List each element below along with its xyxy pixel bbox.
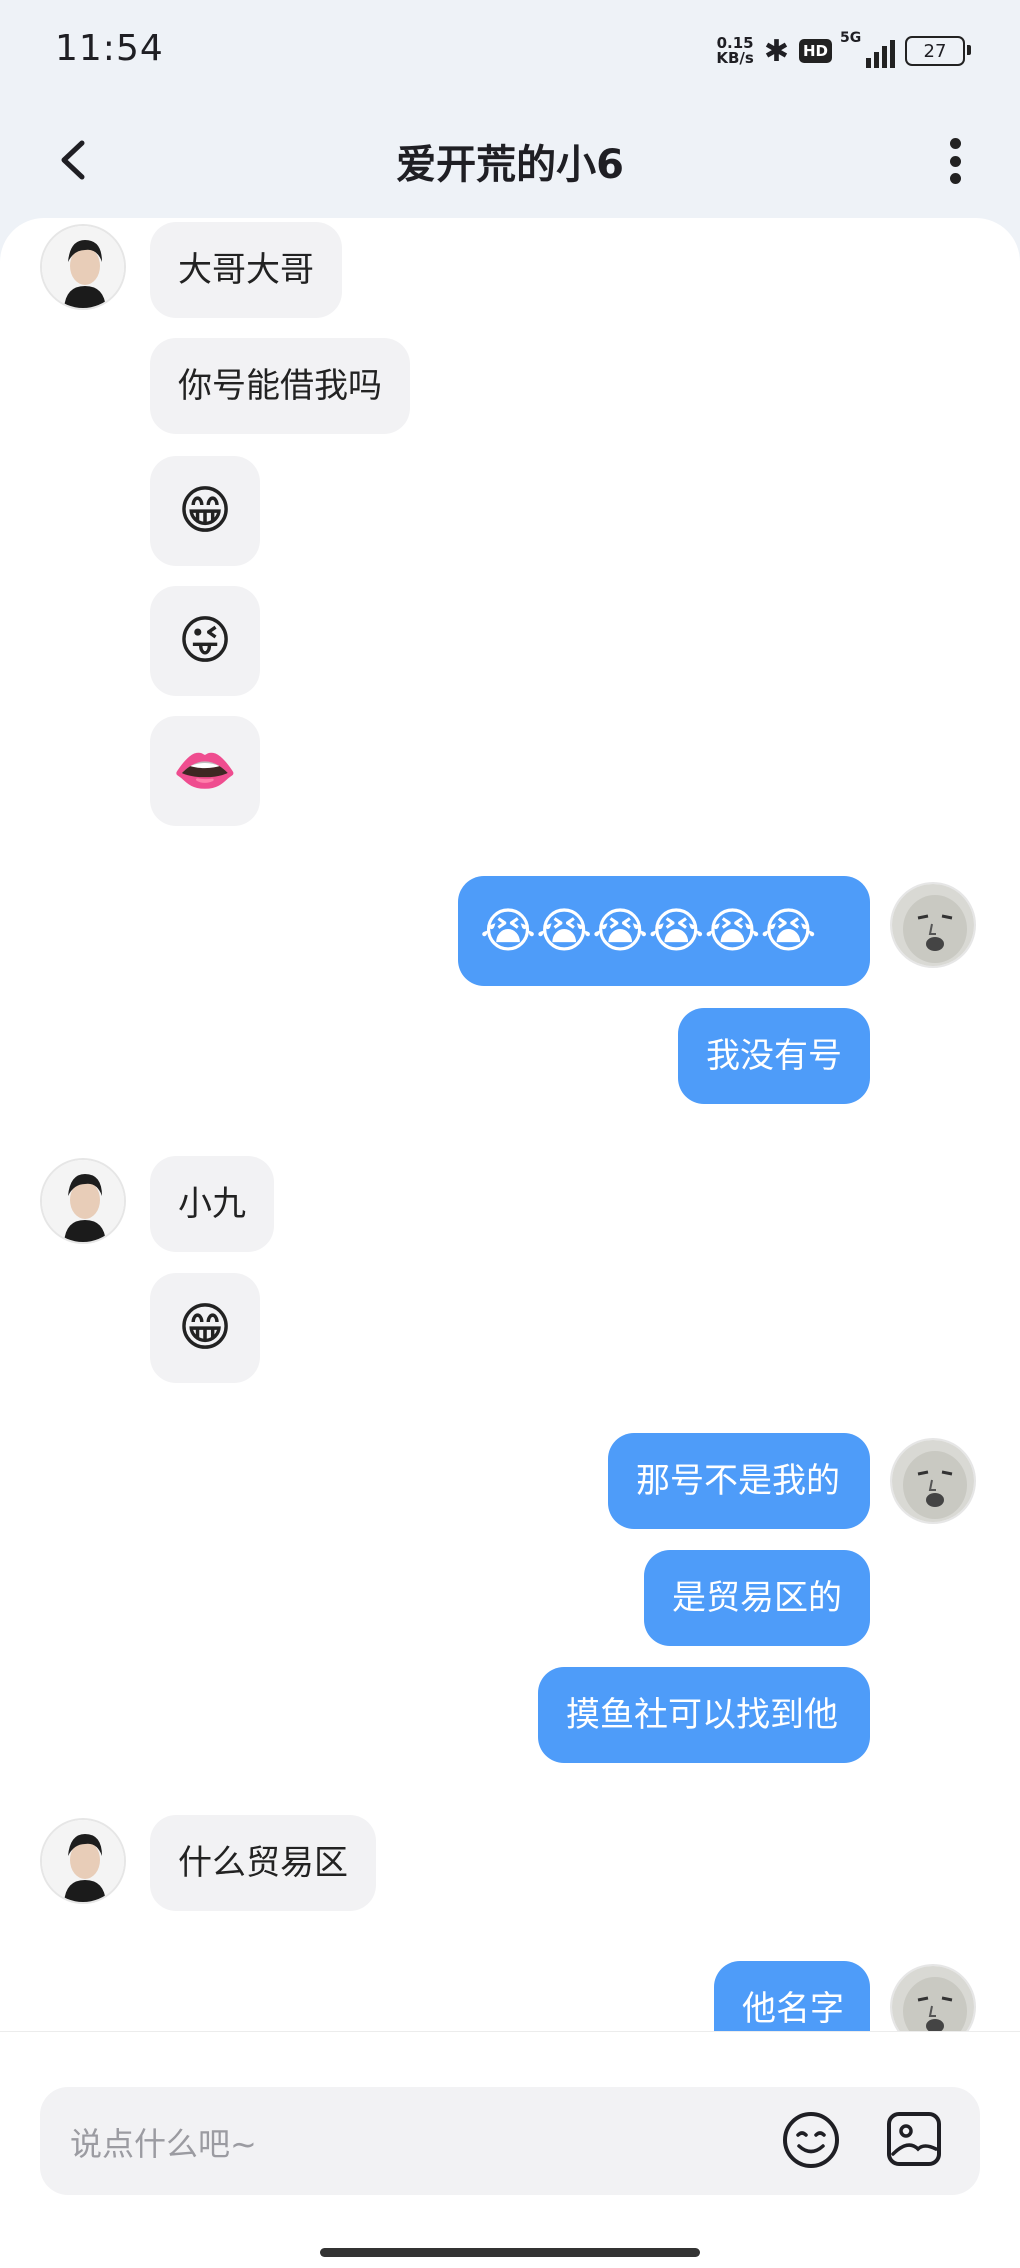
- more-vertical-icon: [949, 138, 961, 149]
- sticker-icon: [887, 2112, 941, 2166]
- message-bubble-outgoing[interactable]: 是贸易区的: [644, 1550, 870, 1646]
- bluetooth-icon: ✱: [763, 33, 789, 69]
- emoji-message-incoming[interactable]: 😁: [150, 1273, 260, 1383]
- sticker-button[interactable]: [884, 2109, 944, 2169]
- emoji-message-incoming[interactable]: 👄: [150, 716, 260, 826]
- my-avatar[interactable]: [890, 1964, 976, 2031]
- chat-header: 爱开荒的小6: [0, 105, 1020, 215]
- status-bar: 11:54 0.15 KB/s ✱ HD 5G 27: [0, 0, 1020, 105]
- emoji-message-outgoing[interactable]: 😭😭😭😭😭😭: [458, 876, 870, 986]
- hd-badge: HD: [798, 39, 832, 63]
- message-list[interactable]: 大哥大哥 你号能借我吗 😁 😜 👄 😭😭😭😭😭😭 我没有号 小九 😁 那号不是我…: [0, 218, 1020, 2031]
- more-button[interactable]: [940, 138, 970, 184]
- home-indicator[interactable]: [320, 2248, 700, 2257]
- signal-icon: 5G: [840, 30, 895, 68]
- contact-avatar[interactable]: [40, 224, 126, 310]
- chat-title: 爱开荒的小6: [396, 142, 624, 188]
- network-speed: 0.15 KB/s: [716, 34, 754, 67]
- message-input[interactable]: 说点什么吧~: [40, 2087, 980, 2195]
- emoji-button[interactable]: [782, 2111, 840, 2169]
- status-time: 11:54: [55, 28, 164, 69]
- message-bubble-incoming[interactable]: 大哥大哥: [150, 222, 342, 318]
- contact-avatar[interactable]: [40, 1818, 126, 1904]
- network-type: 5G: [840, 30, 862, 46]
- smiley-icon: [783, 2112, 839, 2168]
- message-bubble-outgoing[interactable]: 他名字: [714, 1961, 870, 2031]
- status-icons: 0.15 KB/s ✱ HD 5G 27: [716, 30, 971, 72]
- emoji-message-incoming[interactable]: 😁: [150, 456, 260, 566]
- message-bubble-outgoing[interactable]: 我没有号: [678, 1008, 870, 1104]
- input-bar: 说点什么吧~: [0, 2031, 1020, 2268]
- message-bubble-incoming[interactable]: 什么贸易区: [150, 1815, 376, 1911]
- message-bubble-outgoing[interactable]: 摸鱼社可以找到他: [538, 1667, 870, 1763]
- battery-level: 27: [923, 40, 947, 62]
- battery-icon: 27: [905, 36, 971, 66]
- my-avatar[interactable]: [890, 1438, 976, 1524]
- message-bubble-incoming[interactable]: 你号能借我吗: [150, 338, 410, 434]
- message-bubble-outgoing[interactable]: 那号不是我的: [608, 1433, 870, 1529]
- my-avatar[interactable]: [890, 882, 976, 968]
- emoji-message-incoming[interactable]: 😜: [150, 586, 260, 696]
- contact-avatar[interactable]: [40, 1158, 126, 1244]
- input-placeholder: 说点什么吧~: [70, 2125, 257, 2163]
- message-bubble-incoming[interactable]: 小九: [150, 1156, 274, 1252]
